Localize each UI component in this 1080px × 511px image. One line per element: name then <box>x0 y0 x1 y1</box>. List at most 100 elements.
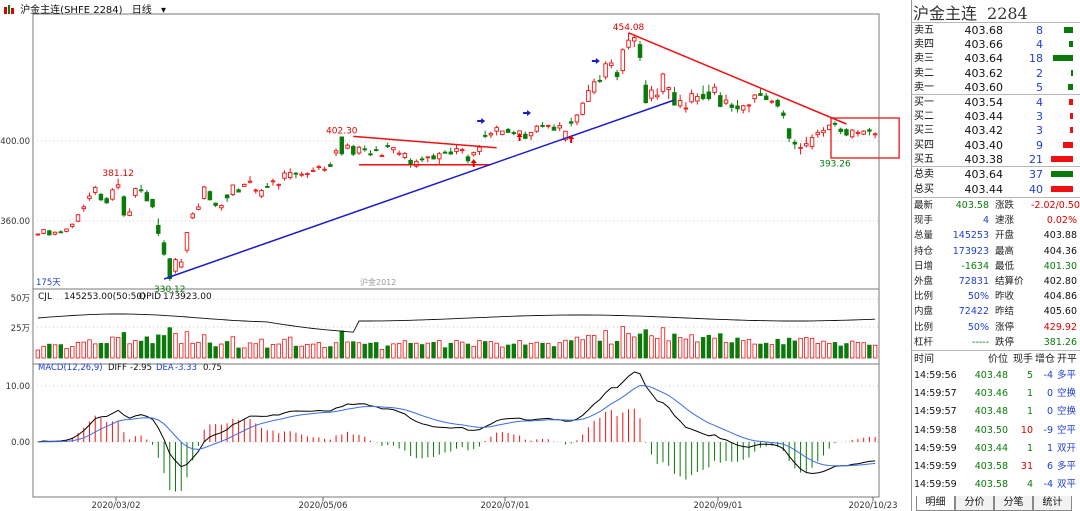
panel-title-name: 沪金主连 <box>913 4 978 23</box>
trade-row[interactable]: 14:59:58 403.50 10 -9 空平 <box>911 422 1080 439</box>
candle-body <box>855 131 861 134</box>
trade-row[interactable]: 14:59:59 403.58 4 -4 双平 <box>911 476 1080 493</box>
volume-bar <box>52 344 58 359</box>
stat-value: -1634 <box>961 260 989 272</box>
buy-row[interactable]: 买一 403.54 4 <box>911 95 1080 110</box>
sell-row[interactable]: 卖二 403.62 2 <box>911 66 1080 81</box>
tab-1[interactable]: 分价 <box>955 496 994 511</box>
candle-body <box>568 121 574 124</box>
stat-key: 昨收 <box>995 291 1015 303</box>
volume-bar <box>167 327 172 359</box>
trade-row[interactable]: 14:59:59 403.44 1 1 双开 <box>911 440 1080 457</box>
buy-row[interactable]: 买四 403.40 9 <box>911 138 1080 153</box>
chart-svg[interactable]: 400.00 360.00 50万 25万 10.00 0.00 2020/03/02 202… <box>0 0 910 511</box>
candle-body <box>574 114 580 123</box>
trade-row[interactable]: 14:59:56 403.48 5 -4 多平 <box>911 367 1080 384</box>
stat-key: 跌停 <box>995 336 1015 348</box>
volume-bar <box>385 345 390 359</box>
sell-row[interactable]: 卖五 403.68 8 <box>911 23 1080 38</box>
tab-2[interactable]: 分笔 <box>994 496 1033 511</box>
candle-body <box>672 92 677 106</box>
volume-bar <box>98 343 104 359</box>
chevron-down-icon[interactable]: ▾ <box>161 5 166 16</box>
chart-area[interactable]: 400.00 360.00 50万 25万 10.00 0.00 2020/03/02 202… <box>0 0 910 511</box>
candle-body <box>322 168 327 171</box>
total-row[interactable]: 总卖 403.64 37 <box>911 167 1080 182</box>
stat-key: 最高 <box>995 245 1015 257</box>
trade-row[interactable]: 14:59:59 403.58 31 6 多平 <box>911 458 1080 475</box>
volume-bar <box>821 340 826 359</box>
buy-label: 买三 <box>914 125 934 137</box>
sell-row[interactable]: 卖一 403.60 5 <box>911 80 1080 95</box>
volume-bar <box>322 347 327 359</box>
volume-bar <box>161 335 167 359</box>
buy-price: 403.44 <box>964 110 1004 124</box>
volume-bar <box>299 345 304 359</box>
candle-body <box>867 129 872 132</box>
stat-key: 比例 <box>914 321 934 333</box>
volume-bar <box>431 341 436 359</box>
period-label[interactable]: 日线 <box>132 5 152 16</box>
buy-qty: 3 <box>1036 110 1043 124</box>
arrow-shape <box>523 110 532 116</box>
candle-body <box>689 93 694 103</box>
candle-body <box>723 99 729 104</box>
sell-volume-bar <box>1064 27 1073 33</box>
chart-type-icon[interactable] <box>4 5 14 14</box>
candle-body <box>712 86 717 93</box>
candle-body <box>219 204 224 209</box>
volume-bar <box>454 340 459 359</box>
volume-bar <box>196 341 201 359</box>
stat-value: 404.36 <box>1043 245 1077 257</box>
trade-row[interactable]: 14:59:57 403.48 1 0 空换 <box>911 403 1080 420</box>
p381-label: 381.12 <box>102 169 134 179</box>
candle-body <box>528 131 534 137</box>
candle-body <box>127 211 132 216</box>
buy-row[interactable]: 买三 403.42 3 <box>911 123 1080 138</box>
dea-value: -3.33 <box>175 363 197 373</box>
trade-row[interactable]: 14:59:57 403.46 1 0 空换 <box>911 385 1080 402</box>
sell-row[interactable]: 卖三 403.64 18 <box>911 51 1080 66</box>
candle-body <box>35 233 41 236</box>
candle-body <box>844 129 849 136</box>
candle-body <box>695 95 700 102</box>
dea-label: DEA <box>156 363 174 373</box>
trade-price: 403.48 <box>974 406 1008 418</box>
stat-key: 涨停 <box>995 321 1015 333</box>
total-volume-bar <box>1051 171 1073 177</box>
sell-row[interactable]: 卖四 403.66 4 <box>911 37 1080 52</box>
total-row[interactable]: 总买 403.44 40 <box>911 182 1080 197</box>
stat-row: 总量 145253 开盘 403.88 <box>911 228 1080 243</box>
volume-bar <box>488 341 494 359</box>
dea-line <box>37 385 876 467</box>
sell-label: 卖四 <box>914 39 934 51</box>
volume-bar <box>620 326 625 359</box>
candle-body <box>460 149 465 152</box>
candle-body <box>265 185 270 188</box>
stat-key: 最低 <box>995 260 1015 272</box>
trade-kind: 多平 <box>1057 461 1077 472</box>
x-tick-label: 2020/07/01 <box>481 501 530 511</box>
volume-bar <box>374 342 379 359</box>
sell-qty: 2 <box>1036 66 1043 80</box>
trade-qty: 5 <box>1026 370 1033 381</box>
volume-bar <box>93 343 98 359</box>
tab-3[interactable]: 统计 <box>1033 496 1072 511</box>
tab-0[interactable]: 明细 <box>916 496 955 511</box>
candle-body <box>546 124 551 127</box>
buy-row[interactable]: 买五 403.38 21 <box>911 152 1080 167</box>
trade-price: 403.46 <box>974 388 1008 400</box>
trade-qty: 1 <box>1026 406 1033 418</box>
volume-bar <box>500 346 505 359</box>
candle-body <box>649 89 654 99</box>
sell-label: 卖二 <box>914 67 934 79</box>
volume-bar <box>70 346 75 359</box>
buy-row[interactable]: 买二 403.44 3 <box>911 109 1080 124</box>
stat-value: 0.02% <box>1046 215 1077 227</box>
volume-bar <box>741 340 746 359</box>
stat-value: 50% <box>967 321 989 333</box>
stat-key: 比例 <box>914 291 934 303</box>
volume-bar <box>723 342 729 359</box>
candle-body <box>41 229 46 234</box>
candle-body <box>437 153 442 160</box>
